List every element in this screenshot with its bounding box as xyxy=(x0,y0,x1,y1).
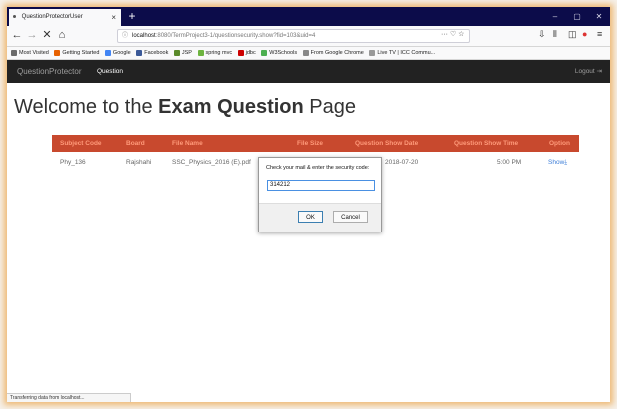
header-option: Option xyxy=(549,140,570,147)
url-bar[interactable]: ⓘ localhost:8080/TermProject3-1/questions… xyxy=(117,29,470,43)
nav-question-link[interactable]: Question xyxy=(97,60,123,83)
header-show-date: Question Show Date xyxy=(355,140,419,147)
bookmark-item[interactable]: Google xyxy=(104,47,131,59)
page-actions-icon[interactable]: ··· ♡ ☆ xyxy=(441,30,464,38)
minimize-button[interactable]: – xyxy=(544,7,566,26)
navigation-bar: ← → ✕ ⌂ ⓘ localhost:8080/TermProject3-1/q… xyxy=(7,26,610,47)
dialog-footer: OK Cancel xyxy=(259,203,381,232)
bookmark-icon xyxy=(54,49,61,56)
bookmark-icon xyxy=(136,49,143,56)
page-title: Welcome to the Exam Question Page xyxy=(14,96,357,118)
table-header: Subject Code Board File Name File Size Q… xyxy=(52,135,579,152)
sidebar-icon[interactable]: ◫ xyxy=(568,29,577,40)
show-link[interactable]: Show⤓ xyxy=(548,152,567,174)
bookmark-item[interactable]: W3Schools xyxy=(261,47,297,59)
security-code-dialog: Check your mail & enter the security cod… xyxy=(258,157,382,232)
cell-board: Rajshahi xyxy=(126,159,152,166)
bookmark-icon xyxy=(237,49,244,56)
tab-title: QuestionProtectorUser xyxy=(21,14,83,20)
ok-button[interactable]: OK xyxy=(298,211,323,223)
restore-button[interactable]: ▢ xyxy=(566,7,588,26)
bookmarks-bar: Most Visited Getting Started Google Face… xyxy=(7,47,610,60)
logout-link[interactable]: Logout ⇥ xyxy=(575,60,602,83)
bookmark-item[interactable]: jdbc xyxy=(237,47,256,59)
bookmark-icon xyxy=(369,49,376,56)
close-window-button[interactable]: ✕ xyxy=(588,7,610,26)
dialog-message: Check your mail & enter the security cod… xyxy=(266,165,370,171)
bookmark-item[interactable]: Live TV | ICC Commu... xyxy=(369,47,435,59)
bookmark-item[interactable]: Most Visited xyxy=(11,47,49,59)
downloads-icon[interactable]: ⇩ xyxy=(538,29,546,40)
show-label: Show xyxy=(548,159,565,166)
back-icon[interactable]: ← xyxy=(10,28,24,43)
brand-link[interactable]: QuestionProtector xyxy=(17,60,81,83)
header-file-name: File Name xyxy=(172,140,203,147)
cell-file-name: SSC_Physics_2016 (E).pdf xyxy=(172,159,251,166)
bookmark-icon xyxy=(173,49,180,56)
tab-favicon-icon xyxy=(13,14,16,18)
cell-show-time: 5:00 PM xyxy=(497,159,522,166)
menu-icon[interactable]: ≡ xyxy=(597,29,602,39)
bookmark-item[interactable]: spring mvc xyxy=(197,47,232,59)
cell-show-date: 2018-07-20 xyxy=(385,159,419,166)
home-icon[interactable]: ⌂ xyxy=(55,28,69,43)
bookmark-icon xyxy=(261,49,268,56)
bookmark-item[interactable]: Getting Started xyxy=(54,47,99,59)
bookmark-item[interactable]: Facebook xyxy=(136,47,168,59)
browser-window: QuestionProtectorUser × + – ▢ ✕ ← → ✕ ⌂ … xyxy=(7,7,610,402)
title-bar: QuestionProtectorUser × + – ▢ ✕ xyxy=(7,7,610,26)
header-board: Board xyxy=(126,140,145,147)
browser-tab[interactable]: QuestionProtectorUser × xyxy=(9,9,121,26)
bookmark-icon xyxy=(302,49,309,56)
status-bar: Transferring data from localhost... xyxy=(7,393,131,402)
header-subject-code: Subject Code xyxy=(60,140,102,147)
logout-icon: ⇥ xyxy=(596,68,602,75)
logout-label: Logout xyxy=(574,68,595,75)
forward-icon[interactable]: → xyxy=(25,28,39,43)
bookmark-item[interactable]: JSP xyxy=(173,47,192,59)
header-file-size: File Size xyxy=(297,140,324,147)
stop-icon[interactable]: ✕ xyxy=(40,28,54,43)
download-icon: ⤓ xyxy=(564,159,568,166)
new-tab-button[interactable]: + xyxy=(125,7,139,26)
bookmark-item[interactable]: From Google Chrome xyxy=(302,47,364,59)
app-navbar: QuestionProtector Question Logout ⇥ xyxy=(7,60,610,83)
adblock-icon[interactable]: ● xyxy=(582,29,587,39)
url-path: :8080/TermProject3-1/questionsecurity.sh… xyxy=(155,33,316,39)
bookmark-icon xyxy=(104,49,111,56)
library-icon[interactable]: ⫴ xyxy=(553,29,557,40)
cancel-button[interactable]: Cancel xyxy=(333,211,368,223)
header-show-time: Question Show Time xyxy=(454,140,519,147)
bookmark-icon xyxy=(11,49,17,56)
site-info-icon[interactable]: ⓘ xyxy=(122,33,128,39)
cell-subject-code: Phy_136 xyxy=(60,159,86,166)
tab-close-icon[interactable]: × xyxy=(111,9,116,26)
bookmark-icon xyxy=(197,49,204,56)
security-code-input[interactable] xyxy=(267,180,375,191)
url-host: localhost xyxy=(132,33,156,39)
